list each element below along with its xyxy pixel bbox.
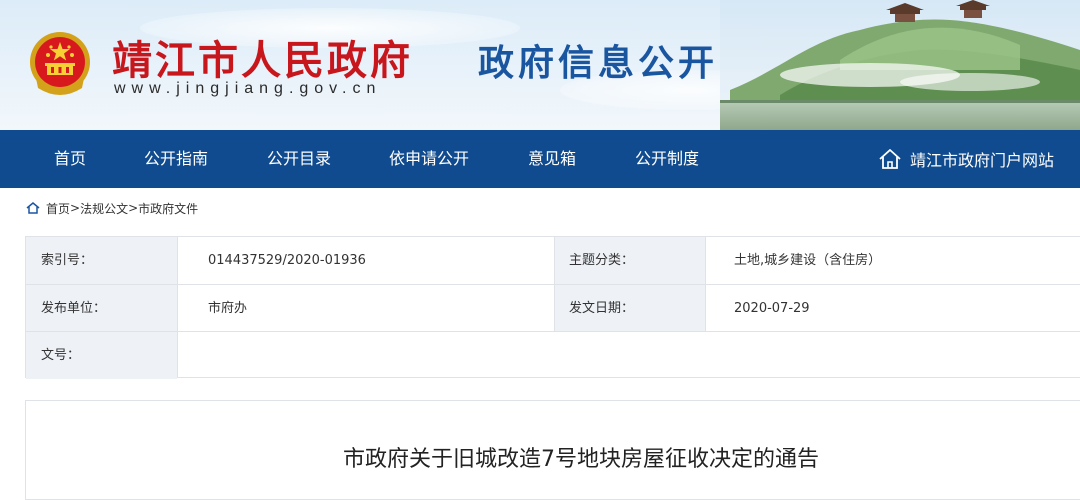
nav-item-guide[interactable]: 公开指南 bbox=[144, 130, 208, 188]
article-title: 市政府关于旧城改造7号地块房屋征收决定的通告 bbox=[343, 447, 819, 472]
info-row: 索引号： 014437529/2020-01936 主题分类： 土地,城乡建设（… bbox=[26, 237, 1080, 284]
topic-value: 土地,城乡建设（含住房） bbox=[734, 253, 882, 268]
table-divider bbox=[705, 237, 706, 331]
date-value: 2020-07-29 bbox=[734, 301, 810, 316]
doc-number-label: 文号： bbox=[26, 332, 177, 379]
nav-item-catalog[interactable]: 公开目录 bbox=[267, 130, 331, 188]
breadcrumb-separator: > bbox=[128, 201, 139, 215]
portal-link[interactable]: 靖江市政府门户网站 bbox=[878, 130, 1054, 188]
index-label: 索引号： bbox=[26, 237, 177, 284]
site-url: www.jingjiang.gov.cn bbox=[114, 80, 382, 97]
national-emblem-icon bbox=[30, 32, 90, 95]
info-row: 文号： bbox=[26, 331, 1080, 379]
breadcrumb-item-regulations[interactable]: 法规公文 bbox=[80, 200, 128, 217]
main-navigation: 首页 公开指南 公开目录 依申请公开 意见箱 公开制度 靖江市政府门户网站 bbox=[0, 130, 1080, 188]
nav-item-rules[interactable]: 公开制度 bbox=[635, 130, 699, 188]
banner-scenery-image bbox=[720, 0, 1080, 130]
nav-item-suggestion-box[interactable]: 意见箱 bbox=[528, 130, 576, 188]
index-value: 014437529/2020-01936 bbox=[208, 253, 366, 268]
publisher-label: 发布单位： bbox=[26, 285, 177, 332]
date-label: 发文日期： bbox=[554, 285, 705, 332]
home-icon bbox=[26, 202, 40, 214]
portal-link-label: 靖江市政府门户网站 bbox=[909, 151, 1054, 170]
article-panel: 市政府关于旧城改造7号地块房屋征收决定的通告 bbox=[25, 400, 1080, 500]
breadcrumb-item-home[interactable]: 首页 bbox=[46, 200, 70, 217]
table-divider bbox=[554, 237, 555, 331]
header-banner: 靖江市人民政府 www.jingjiang.gov.cn 政府信息公开 bbox=[0, 0, 1080, 130]
breadcrumb: 首页 > 法规公文 > 市政府文件 bbox=[26, 198, 198, 218]
table-divider bbox=[177, 237, 178, 377]
house-icon bbox=[879, 149, 901, 169]
info-row: 发布单位： 市府办 发文日期： 2020-07-29 bbox=[26, 284, 1080, 332]
nav-item-apply[interactable]: 依申请公开 bbox=[389, 130, 469, 188]
publisher-value: 市府办 bbox=[208, 301, 248, 316]
section-subtitle: 政府信息公开 bbox=[478, 43, 719, 84]
breadcrumb-separator: > bbox=[70, 201, 81, 215]
topic-label: 主题分类： bbox=[554, 237, 705, 284]
document-info-table: 索引号： 014437529/2020-01936 主题分类： 土地,城乡建设（… bbox=[25, 236, 1080, 379]
breadcrumb-item-city-docs[interactable]: 市政府文件 bbox=[138, 200, 198, 217]
site-title: 靖江市人民政府 bbox=[112, 37, 413, 84]
nav-item-home[interactable]: 首页 bbox=[54, 130, 86, 188]
